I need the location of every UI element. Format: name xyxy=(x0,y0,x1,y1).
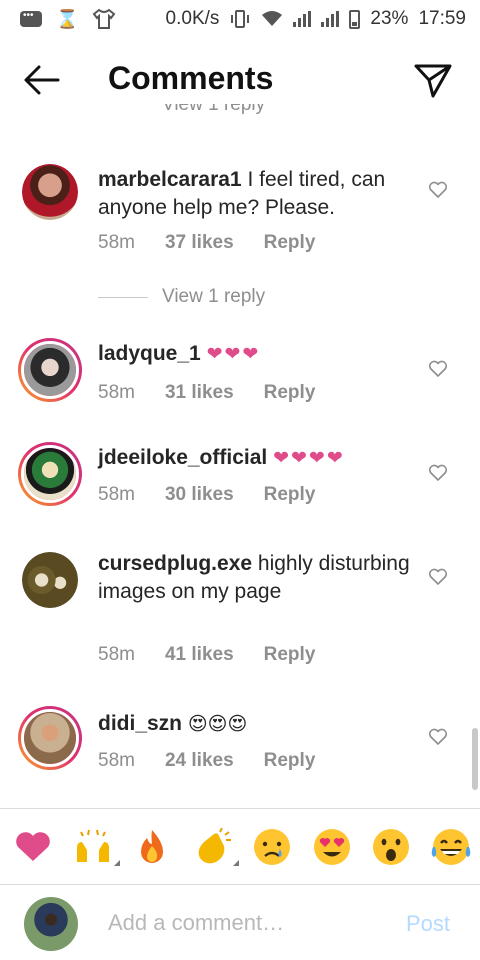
like-heart-icon[interactable] xyxy=(428,360,448,378)
comment-username[interactable]: marbelcarara1 xyxy=(98,168,242,191)
clapping-hands-emoji-button[interactable] xyxy=(191,826,240,868)
emoji-quick-bar xyxy=(0,808,480,884)
back-arrow-icon[interactable] xyxy=(22,62,62,98)
comment-likes[interactable]: 30 likes xyxy=(165,484,234,506)
comment-body: cursedplug.exe highly disturbing images … xyxy=(98,550,418,606)
comment-likes[interactable]: 31 likes xyxy=(165,382,234,404)
reply-button[interactable]: Reply xyxy=(264,750,316,772)
comment-time: 58m xyxy=(98,484,135,505)
comment-meta: 58m 31 likes Reply xyxy=(98,382,315,404)
avatar[interactable] xyxy=(22,164,78,220)
comment-input[interactable] xyxy=(108,905,388,941)
comment-meta: 58m 24 likes Reply xyxy=(98,750,315,772)
signal-1-icon xyxy=(293,11,312,27)
avatar[interactable] xyxy=(22,552,78,608)
fire-emoji-button[interactable] xyxy=(131,826,173,868)
view-replies-label: View 1 reply xyxy=(162,286,266,307)
reply-button[interactable]: Reply xyxy=(264,644,316,666)
reply-button[interactable]: Reply xyxy=(264,484,316,506)
battery-icon xyxy=(349,9,361,29)
comment-body: didi_szn 😍😍😍 xyxy=(98,710,418,739)
network-speed: 0.0K/s xyxy=(165,8,220,29)
comment-time: 58m xyxy=(98,232,135,253)
skin-tone-indicator xyxy=(233,859,240,866)
hourglass-icon: ⌛ xyxy=(56,8,79,29)
avatar[interactable] xyxy=(18,706,82,770)
comment-meta: 58m 37 likes Reply xyxy=(98,232,315,254)
direct-send-icon[interactable] xyxy=(412,60,454,100)
like-heart-icon[interactable] xyxy=(428,728,448,746)
comment-time: 58m xyxy=(98,750,135,771)
comment-time: 58m xyxy=(98,382,135,403)
comment-meta: 58m 41 likes Reply xyxy=(98,644,315,666)
heart-emojis: ❤❤❤❤ xyxy=(273,448,345,469)
like-heart-icon[interactable] xyxy=(428,464,448,482)
comment-time: 58m xyxy=(98,644,135,665)
post-button[interactable]: Post xyxy=(406,911,450,937)
comment-likes[interactable]: 24 likes xyxy=(165,750,234,772)
scrollbar[interactable] xyxy=(472,728,478,790)
vibrate-icon xyxy=(231,10,250,28)
like-heart-icon[interactable] xyxy=(428,181,448,199)
partial-view-reply[interactable]: View 1 reply xyxy=(162,104,265,130)
comment-username[interactable]: didi_szn xyxy=(98,712,182,735)
divider xyxy=(98,296,148,298)
reply-button[interactable]: Reply xyxy=(264,382,316,404)
status-bar: ⌛ 0.0K/s 23% 17:59 xyxy=(0,0,480,38)
comment-meta: 58m 30 likes Reply xyxy=(98,484,315,506)
heart-eyes-emoji-button[interactable] xyxy=(311,826,353,868)
comment-emojis: 😍😍😍 xyxy=(187,714,248,735)
wifi-icon xyxy=(262,11,283,26)
avatar[interactable] xyxy=(18,338,82,402)
comment-body: marbelcarara1 I feel tired, can anyone h… xyxy=(98,166,418,222)
reply-button[interactable]: Reply xyxy=(264,232,316,254)
shirt-icon xyxy=(93,8,116,29)
heart-emoji-button[interactable] xyxy=(12,826,54,868)
raising-hands-emoji-button[interactable] xyxy=(72,826,120,868)
comment-username[interactable]: ladyque_1 xyxy=(98,342,201,365)
my-avatar xyxy=(24,897,78,951)
comment-likes[interactable]: 37 likes xyxy=(165,232,234,254)
avatar[interactable] xyxy=(18,442,82,506)
chat-notification-icon xyxy=(20,10,42,27)
comment-composer: Post xyxy=(0,884,480,960)
signal-2-icon xyxy=(321,11,340,27)
surprised-face-emoji-button[interactable] xyxy=(370,826,412,868)
view-replies-button[interactable]: View 1 reply xyxy=(98,286,265,308)
page-title: Comments xyxy=(108,60,274,96)
crying-face-emoji-button[interactable] xyxy=(251,826,293,868)
battery-percent: 23% xyxy=(370,8,409,29)
comment-body: jdeeiloke_official ❤❤❤❤ xyxy=(98,444,418,473)
comment-body: ladyque_1 ❤❤❤ xyxy=(98,340,418,369)
skin-tone-indicator xyxy=(113,859,120,866)
comment-username[interactable]: jdeeiloke_official xyxy=(98,446,267,469)
comment-likes[interactable]: 41 likes xyxy=(165,644,234,666)
heart-emojis: ❤❤❤ xyxy=(206,344,261,365)
comment-username[interactable]: cursedplug.exe xyxy=(98,552,252,575)
like-heart-icon[interactable] xyxy=(428,568,448,586)
clock: 17:59 xyxy=(418,8,466,29)
tears-of-joy-emoji-button[interactable] xyxy=(430,826,472,868)
